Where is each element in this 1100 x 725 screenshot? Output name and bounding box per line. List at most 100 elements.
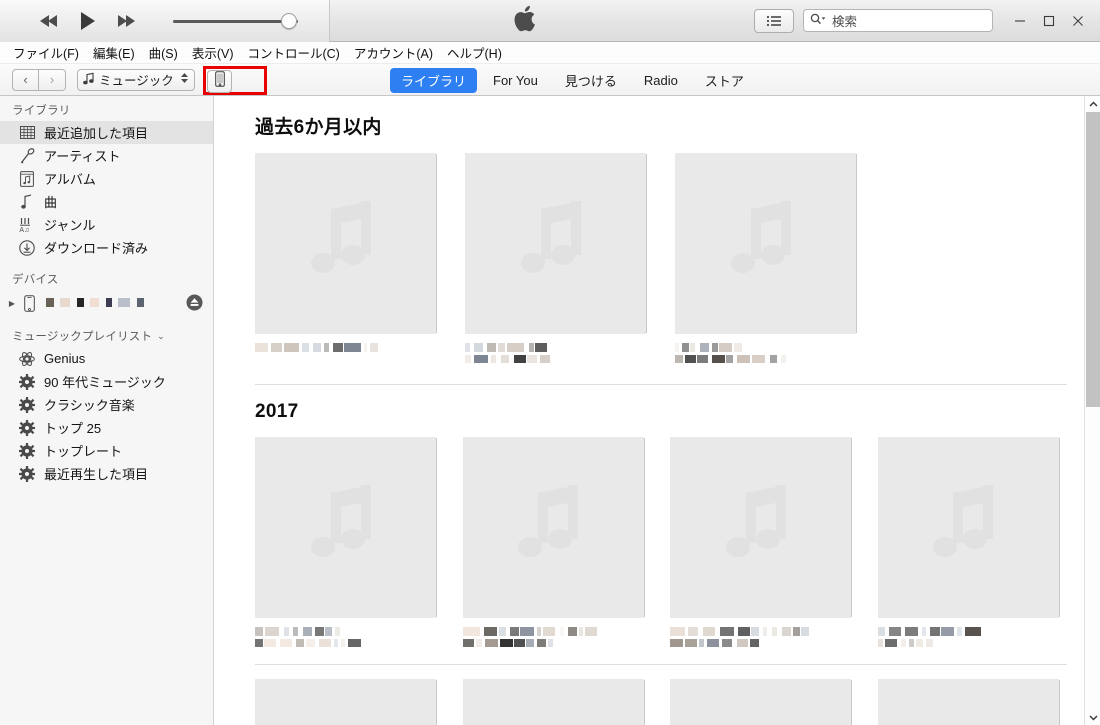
sidebar-item-label: アーティスト xyxy=(44,149,121,164)
menu-song[interactable]: 曲(S) xyxy=(142,41,185,64)
sidebar-playlist-genius[interactable]: Genius xyxy=(0,347,213,370)
volume-knob[interactable] xyxy=(281,12,297,29)
search-input[interactable]: 検索 xyxy=(803,9,993,32)
chevron-down-icon[interactable]: ⌄ xyxy=(157,331,165,342)
list-view-button[interactable] xyxy=(754,8,794,33)
tab-radio[interactable]: Radio xyxy=(633,70,689,91)
vertical-scrollbar[interactable] xyxy=(1084,96,1100,725)
close-button[interactable] xyxy=(1063,11,1092,31)
sidebar-playlist-label: 最近再生した項目 xyxy=(44,467,149,482)
album-tile[interactable] xyxy=(255,153,465,366)
menu-help[interactable]: ヘルプ(H) xyxy=(440,41,509,64)
minimize-button[interactable] xyxy=(1005,11,1034,31)
sidebar-item-albums[interactable]: アルバム xyxy=(0,167,213,190)
menu-account[interactable]: アカウント(A) xyxy=(347,41,440,64)
sidebar-item-label: ダウンロード済み xyxy=(44,241,149,256)
sidebar-playlist-recently-played[interactable]: 最近再生した項目 xyxy=(0,462,213,485)
scroll-down-arrow-icon[interactable] xyxy=(1085,709,1100,725)
album-tile[interactable] xyxy=(877,679,1086,725)
music-note-placeholder-icon xyxy=(303,479,389,576)
album-artwork[interactable] xyxy=(462,437,644,618)
eject-button[interactable] xyxy=(186,294,203,316)
album-artist-redacted xyxy=(255,639,463,647)
next-icon[interactable] xyxy=(116,14,138,28)
album-tile[interactable] xyxy=(255,437,463,650)
sidebar-playlist-label: トップレート xyxy=(44,444,123,459)
section-last-six-months-grid xyxy=(215,153,1085,366)
disclosure-triangle-icon[interactable]: ▶ xyxy=(6,299,18,308)
menu-view[interactable]: 表示(V) xyxy=(185,41,241,64)
sidebar-playlist-90s[interactable]: 90 年代ミュージック xyxy=(0,370,213,393)
window-controls xyxy=(1005,11,1092,31)
sidebar-item-songs[interactable]: 曲 xyxy=(0,190,213,213)
album-tile[interactable] xyxy=(462,679,671,725)
sidebar-device-item[interactable]: ▶ xyxy=(0,290,213,316)
album-artwork[interactable] xyxy=(877,679,1059,725)
album-artwork[interactable] xyxy=(465,153,646,334)
album-artist-redacted xyxy=(462,639,671,647)
album-title-redacted xyxy=(462,627,671,636)
album-tile[interactable] xyxy=(877,437,1086,650)
music-note-placeholder-icon xyxy=(723,195,809,292)
tab-for-you[interactable]: For You xyxy=(482,70,549,91)
album-title-redacted xyxy=(675,343,885,352)
forward-button[interactable]: › xyxy=(39,68,66,91)
music-note-placeholder-icon xyxy=(510,479,596,576)
album-tile[interactable] xyxy=(255,679,463,725)
section-2017-heading: 2017 xyxy=(255,401,299,422)
sidebar-playlist-classical[interactable]: クラシック音楽 xyxy=(0,393,213,416)
menu-file[interactable]: ファイル(F) xyxy=(6,41,86,64)
tab-browse[interactable]: 見つける xyxy=(554,68,628,93)
sidebar-playlist-top25[interactable]: トップ 25 xyxy=(0,416,213,439)
tab-library[interactable]: ライブラリ xyxy=(390,67,478,93)
album-tile[interactable] xyxy=(670,437,878,650)
album-icon xyxy=(16,170,38,187)
scroll-up-arrow-icon[interactable] xyxy=(1085,96,1100,112)
sidebar-item-recently-added[interactable]: 最近追加した項目 xyxy=(0,121,213,144)
album-tile[interactable] xyxy=(670,679,878,725)
sidebar-item-artists[interactable]: アーティスト xyxy=(0,144,213,167)
sidebar-playlist-top-rated[interactable]: トップレート xyxy=(0,439,213,462)
device-button-wrapper[interactable] xyxy=(207,70,232,93)
album-tile[interactable] xyxy=(675,153,885,366)
menu-bar: ファイル(F) 編集(E) 曲(S) 表示(V) コントロール(C) アカウント(A) ヘル… xyxy=(0,42,1100,64)
play-icon[interactable] xyxy=(79,11,97,31)
device-button[interactable] xyxy=(207,70,232,93)
volume-slider[interactable] xyxy=(173,12,298,29)
sidebar-item-genres[interactable]: A ♫ ジャンル xyxy=(0,213,213,236)
album-artwork[interactable] xyxy=(255,437,436,618)
sidebar-item-label: 曲 xyxy=(44,195,58,210)
album-title-redacted xyxy=(465,343,675,352)
album-tile[interactable] xyxy=(465,153,675,366)
gear-icon xyxy=(16,465,38,482)
media-kind-select[interactable]: ミュージック xyxy=(77,68,195,91)
sidebar-playlist-list: Genius 90 年代ミュージッククラシック音楽トップ 25 トップレート最近再生… xyxy=(0,347,213,485)
back-button[interactable]: ‹ xyxy=(12,68,39,91)
partial-row-grid xyxy=(215,679,1085,725)
album-artwork[interactable] xyxy=(462,679,644,725)
scrollbar-thumb[interactable] xyxy=(1086,112,1100,407)
album-artwork[interactable] xyxy=(670,437,851,618)
previous-icon[interactable] xyxy=(38,14,60,28)
sidebar-playlist-label: クラシック音楽 xyxy=(44,398,135,413)
album-tile[interactable] xyxy=(462,437,671,650)
sidebar-playlists-heading[interactable]: ミュージックプレイリスト ⌄ xyxy=(0,316,213,347)
library-tabs: ライブラリ For You 見つける Radio ストア xyxy=(390,64,760,96)
menu-controls[interactable]: コントロール(C) xyxy=(240,41,346,64)
album-artwork[interactable] xyxy=(675,153,856,334)
sidebar-item-downloaded[interactable]: ダウンロード済み xyxy=(0,236,213,259)
tab-store[interactable]: ストア xyxy=(694,68,755,93)
media-kind-value: ミュージック xyxy=(99,74,174,88)
gear-icon xyxy=(16,419,38,436)
transport-controls xyxy=(0,0,330,42)
album-meta xyxy=(465,343,675,363)
nav-left-group: ‹ › ミュージック xyxy=(0,68,195,91)
album-artwork[interactable] xyxy=(255,679,436,725)
album-artwork[interactable] xyxy=(877,437,1059,618)
album-artwork[interactable] xyxy=(670,679,851,725)
music-note-placeholder-icon xyxy=(925,479,1011,576)
menu-edit[interactable]: 編集(E) xyxy=(86,41,142,64)
maximize-button[interactable] xyxy=(1034,11,1063,31)
music-note-placeholder-icon xyxy=(513,195,599,292)
album-artwork[interactable] xyxy=(255,153,436,334)
